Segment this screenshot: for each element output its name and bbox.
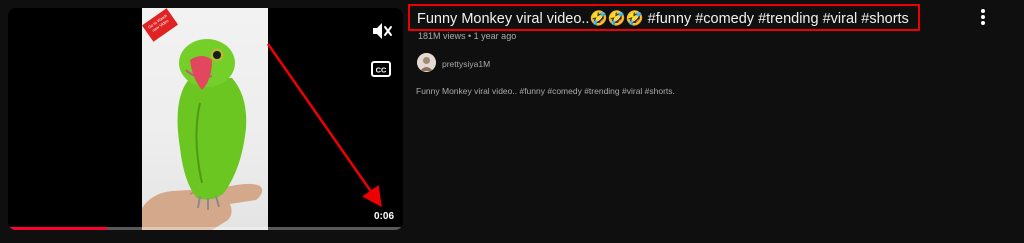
- progress-fill: [8, 227, 107, 230]
- volume-off-icon[interactable]: [371, 21, 393, 41]
- video-title: Funny Monkey viral video..🤣🤣🤣 #funny #co…: [417, 11, 909, 27]
- video-player[interactable]: Go to Watch new Video CC 0:06: [8, 8, 403, 230]
- channel-name[interactable]: prettysiya1M: [442, 59, 490, 69]
- channel-avatar[interactable]: [417, 53, 436, 72]
- closed-captions-icon[interactable]: CC: [371, 61, 391, 77]
- svg-text:CC: CC: [376, 66, 387, 75]
- video-thumbnail: Go to Watch new Video: [142, 8, 268, 230]
- video-meta: 181M views • 1 year ago: [418, 31, 517, 41]
- video-timestamp: 0:06: [374, 211, 395, 222]
- video-description: Funny Monkey viral video.. #funny #comed…: [416, 86, 675, 96]
- more-options-icon[interactable]: [976, 8, 990, 26]
- progress-bar[interactable]: [8, 227, 403, 230]
